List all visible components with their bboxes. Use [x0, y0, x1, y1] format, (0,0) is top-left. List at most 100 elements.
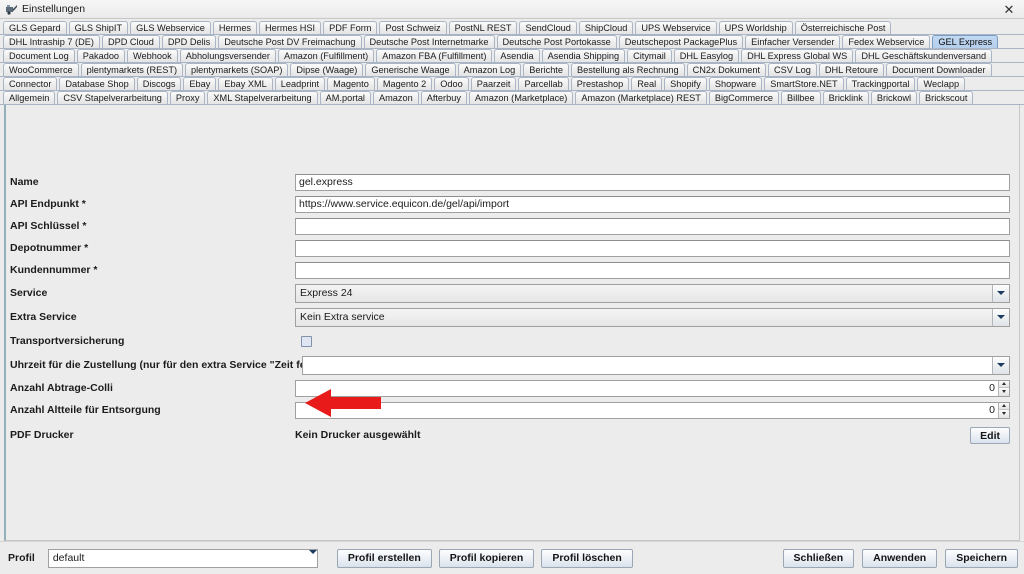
tab-leadprint[interactable]: Leadprint	[274, 77, 326, 90]
tab-document-downloader[interactable]: Document Downloader	[886, 63, 992, 76]
tab-asendia-shipping[interactable]: Asendia Shipping	[541, 49, 626, 62]
tab-asendia[interactable]: Asendia	[494, 49, 540, 62]
tab-parcellab[interactable]: Parcellab	[518, 77, 569, 90]
tab-shipcloud[interactable]: ShipCloud	[578, 21, 634, 34]
tab-deutschepost-packageplus[interactable]: Deutschepost PackagePlus	[618, 35, 744, 48]
tab-dhl-gesch-ftskundenversand[interactable]: DHL Geschäftskundenversand	[855, 49, 993, 62]
close-button[interactable]: Schließen	[782, 548, 855, 568]
tab-magento[interactable]: Magento	[327, 77, 375, 90]
chevron-down-icon[interactable]	[308, 549, 317, 567]
tab-gls-gepard[interactable]: GLS Gepard	[3, 21, 67, 34]
tab-webhook[interactable]: Webhook	[127, 49, 178, 62]
tab-am-portal[interactable]: AM.portal	[319, 91, 371, 104]
transport-insurance-checkbox[interactable]	[301, 335, 312, 347]
customer-number-input[interactable]	[295, 261, 1010, 279]
tab-smartstore-net[interactable]: SmartStore.NET	[764, 77, 844, 90]
edit-printer-button[interactable]: Edit	[970, 427, 1010, 445]
tab-citymail[interactable]: Citymail	[627, 49, 672, 62]
tab-pakadoo[interactable]: Pakadoo	[76, 49, 126, 62]
tab-csv-stapelverarbeitung[interactable]: CSV Stapelverarbeitung	[57, 91, 168, 104]
tab-berichte[interactable]: Berichte	[523, 63, 569, 76]
tab-amazon-fulfillment[interactable]: Amazon (Fulfillment)	[277, 49, 375, 62]
tab-plentymarkets-soap[interactable]: plentymarkets (SOAP)	[185, 63, 289, 76]
api-endpoint-input[interactable]	[295, 195, 1010, 213]
tab-bestellung-als-rechnung[interactable]: Bestellung als Rechnung	[570, 63, 685, 76]
tab-postnl-rest[interactable]: PostNL REST	[448, 21, 518, 34]
tab-amazon-fba-fulfillment[interactable]: Amazon FBA (Fulfillment)	[376, 49, 493, 62]
tab-ups-worldship[interactable]: UPS Worldship	[718, 21, 793, 34]
tab-ups-webservice[interactable]: UPS Webservice	[635, 21, 717, 34]
altteile-stepper-buttons[interactable]	[998, 402, 1009, 418]
tab-plentymarkets-rest[interactable]: plentymarkets (REST)	[80, 63, 184, 76]
altteile-stepper[interactable]: 0	[295, 401, 1010, 419]
tab-hermes[interactable]: Hermes	[212, 21, 258, 34]
tab-proxy[interactable]: Proxy	[169, 91, 206, 104]
apply-button[interactable]: Anwenden	[862, 548, 938, 568]
tab-gel-express[interactable]: GEL Express	[932, 35, 999, 48]
tab-dhl-intraship-7-de[interactable]: DHL Intraship 7 (DE)	[3, 35, 100, 48]
tab-dhl-retoure[interactable]: DHL Retoure	[818, 63, 885, 76]
stepper-down-icon[interactable]	[999, 388, 1009, 396]
tab-real[interactable]: Real	[631, 77, 663, 90]
tab-amazon-marketplace[interactable]: Amazon (Marketplace)	[468, 91, 574, 104]
service-select[interactable]: Express 24	[295, 283, 1010, 303]
tab-allgemein[interactable]: Allgemein	[3, 91, 56, 104]
chevron-down-icon[interactable]	[992, 308, 1009, 326]
tab-fedex-webservice[interactable]: Fedex Webservice	[842, 35, 931, 48]
tab-csv-log[interactable]: CSV Log	[768, 63, 817, 76]
tab-bigcommerce[interactable]: BigCommerce	[708, 91, 780, 104]
extra-service-select[interactable]: Kein Extra service	[295, 307, 1010, 327]
tab-deutsche-post-internetmarke[interactable]: Deutsche Post Internetmarke	[363, 35, 495, 48]
delivery-time-select[interactable]	[302, 355, 1010, 375]
tab-amazon-marketplace-rest[interactable]: Amazon (Marketplace) REST	[575, 91, 707, 104]
tab-ebay[interactable]: Ebay	[183, 77, 217, 90]
tab-dpd-delis[interactable]: DPD Delis	[161, 35, 217, 48]
tab-brickowl[interactable]: Brickowl	[870, 91, 918, 104]
tab-weclapp[interactable]: Weclapp	[917, 77, 966, 90]
tab-cn2x-dokument[interactable]: CN2x Dokument	[686, 63, 767, 76]
tab-brickscout[interactable]: Brickscout	[919, 91, 974, 104]
tab-bricklink[interactable]: Bricklink	[822, 91, 869, 104]
tab-database-shop[interactable]: Database Shop	[59, 77, 135, 90]
tab-discogs[interactable]: Discogs	[136, 77, 182, 90]
tab-gls-shipit[interactable]: GLS ShipIT	[68, 21, 129, 34]
tab-amazon[interactable]: Amazon	[372, 91, 419, 104]
tab-dpd-cloud[interactable]: DPD Cloud	[101, 35, 160, 48]
depot-number-input[interactable]	[295, 239, 1010, 257]
stepper-up-icon[interactable]	[999, 402, 1009, 410]
tab-dhl-easylog[interactable]: DHL Easylog	[673, 49, 740, 62]
copy-profile-button[interactable]: Profil kopieren	[438, 548, 535, 568]
tab-amazon-log[interactable]: Amazon Log	[457, 63, 522, 76]
tab-pdf-form[interactable]: PDF Form	[323, 21, 378, 34]
tab-deutsche-post-dv-freimachung[interactable]: Deutsche Post DV Freimachung	[218, 35, 362, 48]
tab-sendcloud[interactable]: SendCloud	[519, 21, 577, 34]
tab-document-log[interactable]: Document Log	[3, 49, 75, 62]
tab-magento-2[interactable]: Magento 2	[376, 77, 433, 90]
tab-connector[interactable]: Connector	[3, 77, 58, 90]
abtrage-colli-stepper-buttons[interactable]	[998, 380, 1009, 396]
name-input[interactable]	[295, 173, 1010, 191]
chevron-down-icon[interactable]	[992, 356, 1009, 374]
abtrage-colli-stepper[interactable]: 0	[295, 379, 1010, 397]
tab-abholungsversender[interactable]: Abholungsversender	[179, 49, 276, 62]
profile-select[interactable]: default	[47, 548, 318, 568]
tab-prestashop[interactable]: Prestashop	[570, 77, 630, 90]
save-button[interactable]: Speichern	[945, 548, 1018, 568]
tab-billbee[interactable]: Billbee	[781, 91, 821, 104]
tab-shopify[interactable]: Shopify	[664, 77, 707, 90]
tab-generische-waage[interactable]: Generische Waage	[365, 63, 456, 76]
tab-hermes-hsi[interactable]: Hermes HSI	[259, 21, 322, 34]
tab-xml-stapelverarbeitung[interactable]: XML Stapelverarbeitung	[207, 91, 318, 104]
tab-dipse-waage[interactable]: Dipse (Waage)	[290, 63, 364, 76]
stepper-up-icon[interactable]	[999, 380, 1009, 388]
tab-sterreichische-post[interactable]: Österreichische Post	[794, 21, 892, 34]
tab-ebay-xml[interactable]: Ebay XML	[218, 77, 273, 90]
chevron-down-icon[interactable]	[992, 284, 1009, 302]
stepper-down-icon[interactable]	[999, 410, 1009, 418]
tab-odoo[interactable]: Odoo	[434, 77, 469, 90]
tab-dhl-express-global-ws[interactable]: DHL Express Global WS	[741, 49, 854, 62]
tab-shopware[interactable]: Shopware	[708, 77, 763, 90]
api-key-input[interactable]	[295, 217, 1010, 235]
create-profile-button[interactable]: Profil erstellen	[336, 548, 432, 568]
tab-post-schweiz[interactable]: Post Schweiz	[379, 21, 447, 34]
